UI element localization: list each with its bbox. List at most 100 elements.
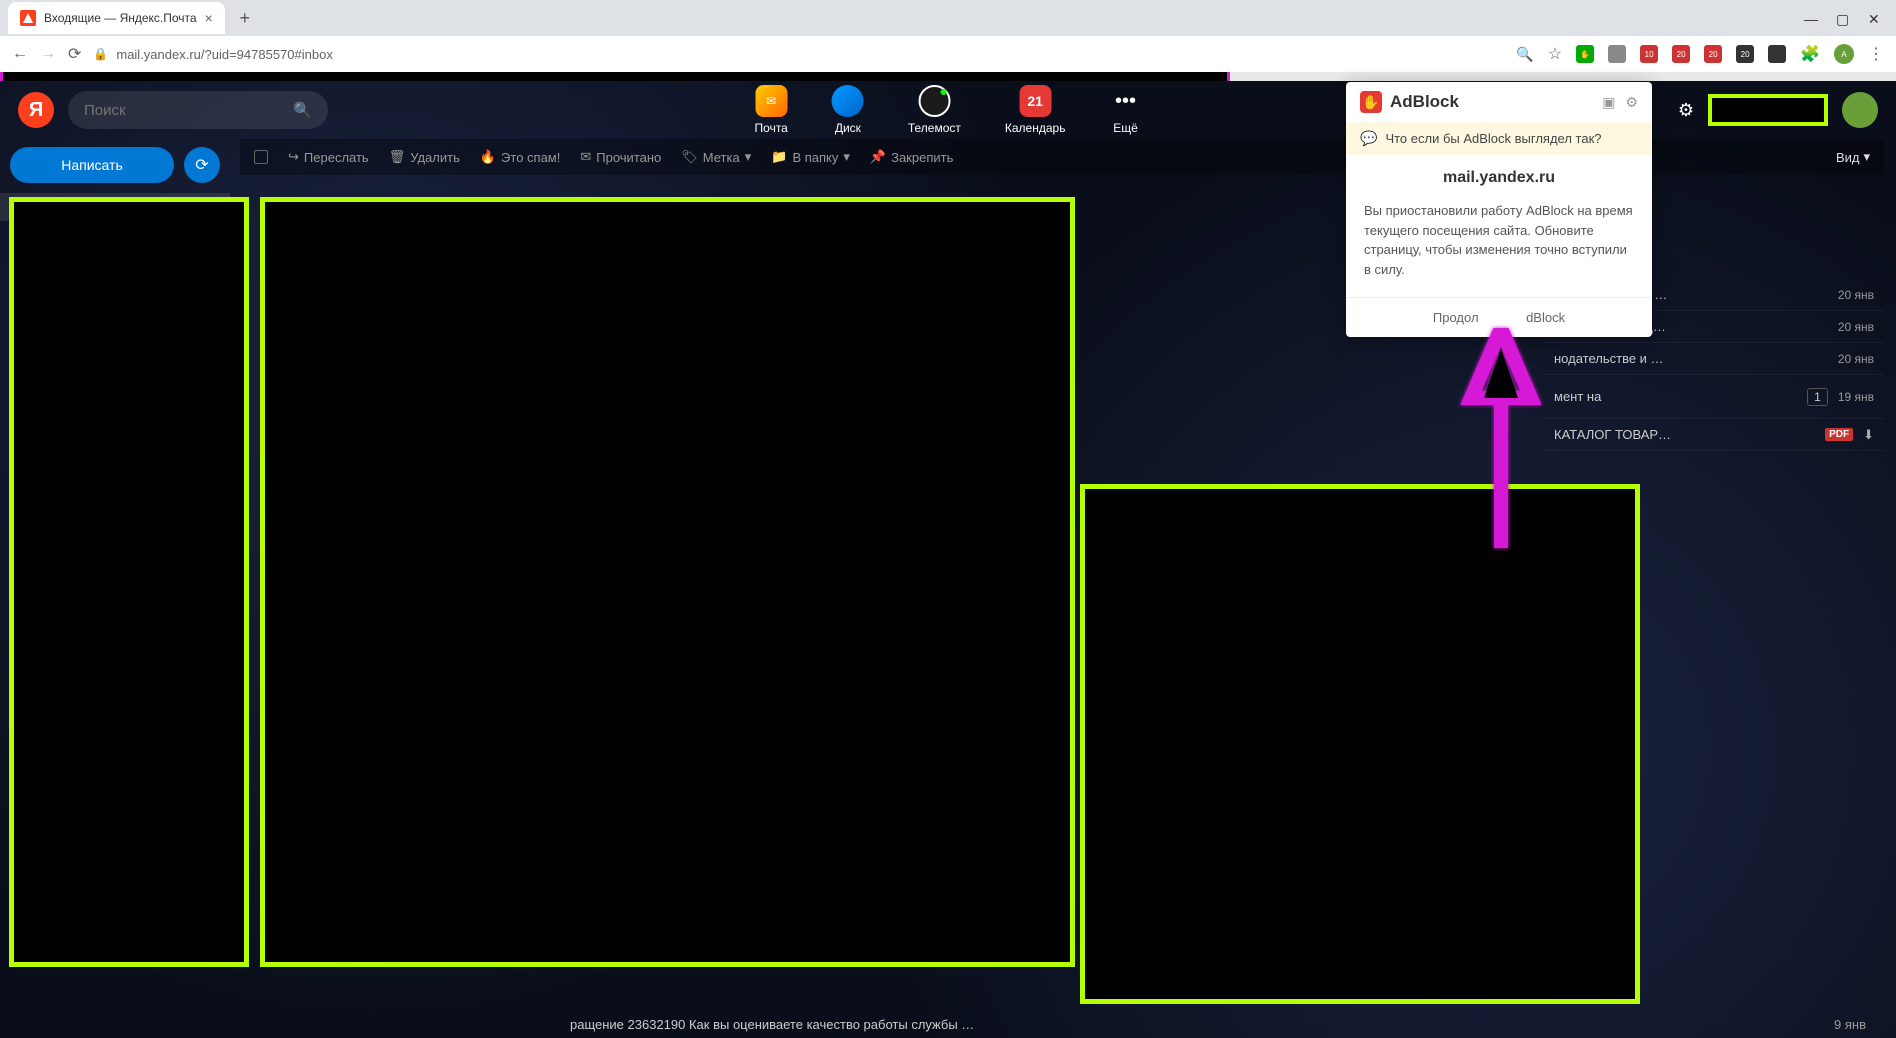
mail-date: 19 янв <box>1838 390 1874 404</box>
tab-favicon <box>20 10 36 26</box>
zoom-icon[interactable]: 🔍 <box>1516 46 1533 63</box>
mail-row[interactable]: ращение 23632190 Как вы оцениваете качес… <box>570 1014 1876 1034</box>
trash-icon: 🗑 <box>389 149 406 165</box>
read-button[interactable]: ✉Прочитано <box>580 149 661 165</box>
forward-button[interactable]: ↪Переслать <box>288 149 369 165</box>
ext-icon-3[interactable]: 10 <box>1640 45 1658 63</box>
settings-icon[interactable]: ⚙ <box>1678 100 1694 121</box>
service-telemost[interactable]: Телемост <box>908 85 961 135</box>
adblock-settings-icon[interactable]: ⚙ <box>1625 94 1638 111</box>
yandex-logo[interactable]: Я <box>18 92 54 128</box>
mail-row[interactable]: нодательстве и … 20 янв <box>1544 343 1884 375</box>
search-box[interactable]: 🔍 <box>68 91 328 129</box>
adblock-logo-icon: ✋ <box>1360 91 1382 113</box>
pin-icon: 📌 <box>870 149 886 165</box>
service-calendar[interactable]: 21 Календарь <box>1005 85 1066 135</box>
adblock-popup: ✋ AdBlock ▣ ⚙ 💬 Что если бы AdBlock выгл… <box>1346 82 1652 337</box>
adblock-ext-icon[interactable]: ✋ <box>1576 45 1594 63</box>
chevron-down-icon: ▾ <box>843 149 850 165</box>
annotation-arrow <box>1456 328 1546 553</box>
ext-icon-5[interactable]: 20 <box>1704 45 1722 63</box>
mail-subject: КАТАЛОГ ТОВАР… <box>1554 427 1815 442</box>
tab-close-icon[interactable]: × <box>205 10 213 26</box>
ext-icon-4[interactable]: 20 <box>1672 45 1690 63</box>
annotation-bar <box>0 72 1230 81</box>
adblock-header: ✋ AdBlock ▣ ⚙ <box>1346 82 1652 122</box>
tag-icon: 🏷 <box>681 149 698 165</box>
ext-icon-6[interactable]: 20 <box>1736 45 1754 63</box>
mail-subject: мент на <box>1554 389 1797 404</box>
tab-title: Входящие — Яндекс.Почта <box>44 11 197 25</box>
menu-icon[interactable]: ⋮ <box>1868 44 1884 64</box>
profile-avatar[interactable]: A <box>1834 44 1854 64</box>
search-input[interactable] <box>84 102 293 119</box>
ext-icon-2[interactable] <box>1608 45 1626 63</box>
more-icon: ••• <box>1109 85 1141 117</box>
pdf-badge: PDF <box>1825 428 1853 441</box>
mail-date: 9 янв <box>1824 1017 1876 1032</box>
service-more-label: Ещё <box>1113 121 1138 135</box>
mail-row[interactable]: мент на 1 19 янв <box>1544 375 1884 419</box>
delete-button[interactable]: 🗑Удалить <box>389 149 460 165</box>
service-disk-label: Диск <box>835 121 861 135</box>
close-icon[interactable]: ✕ <box>1868 11 1882 25</box>
chevron-down-icon: ▾ <box>745 149 752 165</box>
user-name-redacted[interactable] <box>1708 94 1828 126</box>
browser-titlebar: Входящие — Яндекс.Почта × + — ▢ ✕ <box>0 0 1896 36</box>
disk-icon <box>832 85 864 117</box>
mail-row[interactable]: КАТАЛОГ ТОВАР… PDF ⬇ <box>1544 419 1884 451</box>
compose-button[interactable]: Написать <box>10 147 174 183</box>
url-text: mail.yandex.ru/?uid=94785570#inbox <box>116 47 332 62</box>
move-button[interactable]: 📁В папку▾ <box>771 149 850 165</box>
star-icon[interactable]: ☆ <box>1548 44 1562 64</box>
service-disk[interactable]: Диск <box>832 85 864 135</box>
adblock-title: AdBlock <box>1390 92 1459 112</box>
service-mail[interactable]: ✉ Почта <box>755 85 788 135</box>
maximize-icon[interactable]: ▢ <box>1836 11 1850 25</box>
download-icon[interactable]: ⬇ <box>1863 427 1874 443</box>
extensions-icon[interactable]: 🧩 <box>1800 44 1820 64</box>
adblock-domain: mail.yandex.ru <box>1346 155 1652 201</box>
forward-icon[interactable]: → <box>40 45 56 63</box>
extension-icons: 🔍 ☆ ✋ 10 20 20 20 🧩 A ⋮ <box>1516 44 1884 64</box>
service-telemost-label: Телемост <box>908 121 961 135</box>
ext-icon-7[interactable] <box>1768 45 1786 63</box>
adblock-message: Вы приостановили работу AdBlock на время… <box>1346 201 1652 297</box>
mail-subject: ращение 23632190 Как вы оцениваете качес… <box>570 1017 974 1032</box>
label-button[interactable]: 🏷Метка▾ <box>681 149 751 165</box>
url-field[interactable]: 🔒 mail.yandex.ru/?uid=94785570#inbox <box>93 47 332 62</box>
back-icon[interactable]: ← <box>12 45 28 63</box>
envelope-icon: ✉ <box>580 149 591 165</box>
reload-icon[interactable]: ⟳ <box>68 44 81 64</box>
view-button[interactable]: Вид▾ <box>1836 149 1870 165</box>
telemost-icon <box>918 85 950 117</box>
mail-date: 20 янв <box>1838 352 1874 366</box>
user-avatar[interactable] <box>1842 92 1878 128</box>
browser-tab[interactable]: Входящие — Яндекс.Почта × <box>8 2 225 34</box>
window-controls: — ▢ ✕ <box>1804 11 1896 25</box>
mail-date: 20 янв <box>1838 288 1874 302</box>
lock-icon: 🔒 <box>93 47 108 61</box>
spam-button[interactable]: 🔥Это спам! <box>480 149 561 165</box>
adblock-banner[interactable]: 💬 Что если бы AdBlock выглядел так? <box>1346 122 1652 155</box>
mail-icon: ✉ <box>755 85 787 117</box>
pin-button[interactable]: 📌Закрепить <box>870 149 953 165</box>
service-calendar-label: Календарь <box>1005 121 1066 135</box>
select-all-checkbox[interactable] <box>254 150 268 164</box>
service-mail-label: Почта <box>755 121 788 135</box>
mail-date: 20 янв <box>1838 320 1874 334</box>
new-tab-button[interactable]: + <box>231 4 259 32</box>
compose-label: Написать <box>61 157 122 173</box>
adblock-help-icon[interactable]: ▣ <box>1602 94 1615 111</box>
redacted-region <box>9 197 249 967</box>
minimize-icon[interactable]: — <box>1804 11 1818 25</box>
search-icon[interactable]: 🔍 <box>293 101 312 119</box>
adblock-banner-text: Что если бы AdBlock выглядел так? <box>1385 131 1601 146</box>
folder-icon: 📁 <box>771 149 787 165</box>
chevron-down-icon: ▾ <box>1863 149 1870 165</box>
flame-icon: 🔥 <box>480 149 496 165</box>
refresh-button[interactable]: ⟳ <box>184 147 220 183</box>
service-more[interactable]: ••• Ещё <box>1109 85 1141 135</box>
redacted-region <box>1080 484 1640 1004</box>
calendar-icon: 21 <box>1019 85 1051 117</box>
